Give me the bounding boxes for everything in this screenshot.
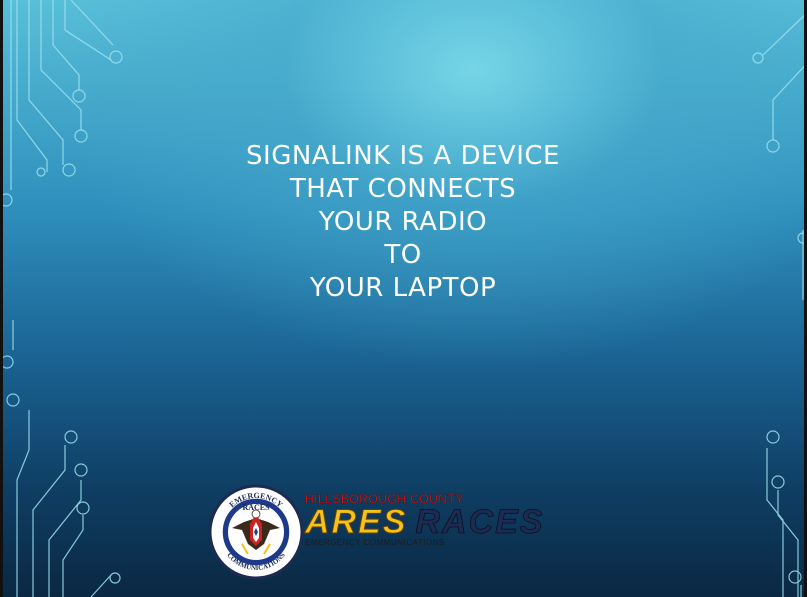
circuit-line	[40, 0, 82, 130]
circuit-node	[766, 139, 780, 153]
circuit-node	[771, 475, 785, 489]
circuit-node	[64, 430, 78, 444]
circuit-line	[777, 490, 799, 597]
circuit-node	[74, 129, 88, 143]
brand-name: ARES RACES	[304, 503, 545, 541]
logo-text: HILLSBOROUGH COUNTY ARES RACES EMERGENCY …	[304, 492, 545, 547]
circuit-line	[28, 0, 64, 165]
circuit-line	[772, 65, 804, 140]
races-text: RACES	[415, 503, 545, 541]
seal-center-text: RACES	[242, 503, 270, 512]
circuit-node	[3, 193, 13, 207]
circuit-line	[762, 14, 804, 56]
circuit-node	[109, 50, 123, 64]
circuit-node	[36, 167, 46, 177]
circuit-node	[6, 393, 20, 407]
circuit-line	[16, 410, 30, 597]
title-line: THAT CONNECTS	[289, 174, 517, 204]
races-seal-icon: EMERGENCY COMMUNICATIONS RACES	[208, 484, 304, 580]
circuit-node	[62, 163, 76, 177]
slide: SIGNALINK IS A DEVICE THAT CONNECTS YOUR…	[0, 0, 807, 597]
circuit-line	[62, 515, 84, 597]
title-line: SIGNALINK IS A DEVICE	[246, 141, 560, 171]
title-line: YOUR RADIO	[318, 207, 488, 237]
circuit-line	[16, 0, 48, 172]
circuit-node	[3, 355, 14, 369]
circuit-line	[48, 480, 82, 597]
circuit-line	[52, 0, 80, 90]
circuit-line	[766, 448, 784, 597]
ares-races-logo: EMERGENCY COMMUNICATIONS RACES HILLSBORO…	[208, 484, 568, 584]
circuit-line	[90, 574, 112, 597]
title-line: TO	[384, 240, 422, 270]
circuit-node	[109, 572, 121, 584]
ares-text: ARES	[304, 503, 408, 541]
circuit-node	[752, 52, 764, 64]
title-line: YOUR LAPTOP	[309, 273, 497, 303]
circuit-node	[766, 430, 780, 444]
circuit-node	[72, 89, 86, 103]
circuit-node	[74, 463, 88, 477]
circuit-node	[76, 501, 90, 515]
slide-title: SIGNALINK IS A DEVICE THAT CONNECTS YOUR…	[193, 140, 613, 305]
circuit-node	[788, 570, 802, 584]
circuit-line	[64, 0, 112, 61]
